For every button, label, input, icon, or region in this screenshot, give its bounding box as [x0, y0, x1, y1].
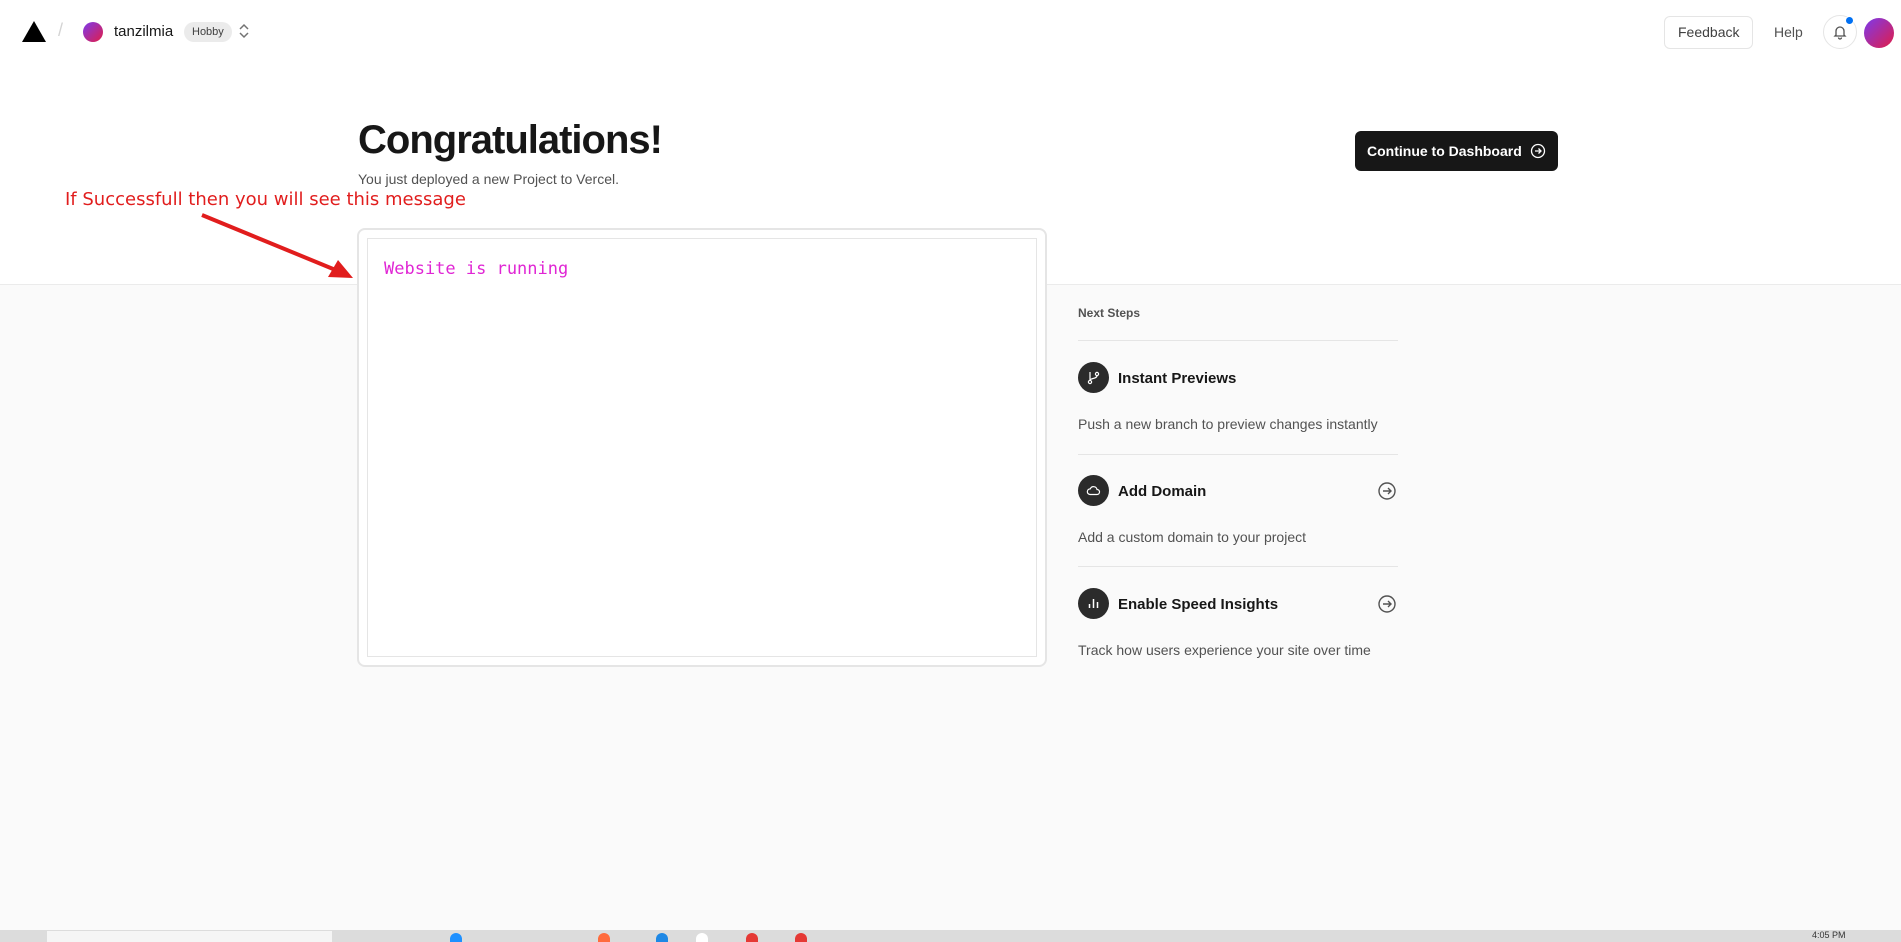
notification-dot	[1845, 16, 1854, 25]
taskbar-app-icon[interactable]	[656, 933, 668, 942]
taskbar-window-thumbnail[interactable]	[47, 931, 332, 942]
os-taskbar: 4:05 PM	[0, 930, 1901, 942]
taskbar-app-icon[interactable]	[450, 933, 462, 942]
step-title-enable-speed-insights[interactable]: Enable Speed Insights	[1118, 596, 1278, 613]
taskbar-clock: 4:05 PM	[1812, 930, 1846, 940]
step-title-add-domain[interactable]: Add Domain	[1118, 483, 1206, 500]
team-avatar[interactable]	[83, 22, 103, 42]
continue-to-dashboard-label: Continue to Dashboard	[1367, 143, 1522, 159]
page-subtitle: You just deployed a new Project to Verce…	[358, 171, 619, 187]
annotation-arrow-icon	[201, 213, 353, 278]
top-navbar: / tanzilmia Hobby Feedback Help	[0, 0, 1901, 64]
cloud-icon	[1078, 475, 1109, 506]
arrow-circle-right-icon[interactable]	[1377, 481, 1397, 501]
taskbar-app-icon[interactable]	[746, 933, 758, 942]
deployment-preview[interactable]: Website is running	[357, 228, 1047, 667]
continue-to-dashboard-button[interactable]: Continue to Dashboard	[1355, 131, 1558, 171]
team-name[interactable]: tanzilmia	[114, 23, 173, 40]
breadcrumb-separator: /	[58, 20, 64, 40]
preview-frame: Website is running	[367, 238, 1037, 657]
step-desc-add-domain: Add a custom domain to your project	[1078, 529, 1307, 545]
arrow-circle-right-icon	[1530, 143, 1546, 159]
bar-chart-icon	[1078, 588, 1109, 619]
next-steps-heading: Next Steps	[1078, 306, 1141, 320]
divider	[1078, 454, 1398, 455]
vercel-logo-icon[interactable]	[22, 21, 46, 42]
taskbar-app-icon[interactable]	[696, 933, 708, 942]
team-switcher-chevron-icon[interactable]	[238, 20, 258, 44]
git-branch-icon	[1078, 362, 1109, 393]
page-title: Congratulations!	[358, 118, 663, 162]
step-desc-enable-speed-insights: Track how users experience your site ove…	[1078, 642, 1371, 658]
divider	[1078, 566, 1398, 567]
plan-badge: Hobby	[184, 22, 232, 42]
step-title-instant-previews[interactable]: Instant Previews	[1118, 370, 1236, 387]
arrow-circle-right-icon[interactable]	[1377, 594, 1397, 614]
taskbar-app-icon[interactable]	[795, 933, 807, 942]
feedback-button[interactable]: Feedback	[1664, 16, 1754, 49]
preview-message: Website is running	[384, 259, 569, 279]
taskbar-app-icon[interactable]	[598, 933, 610, 942]
step-desc-instant-previews: Push a new branch to preview changes ins…	[1078, 416, 1378, 432]
divider	[1078, 340, 1398, 341]
user-avatar[interactable]	[1864, 18, 1894, 48]
help-link[interactable]: Help	[1774, 24, 1803, 40]
bell-icon	[1833, 26, 1847, 40]
